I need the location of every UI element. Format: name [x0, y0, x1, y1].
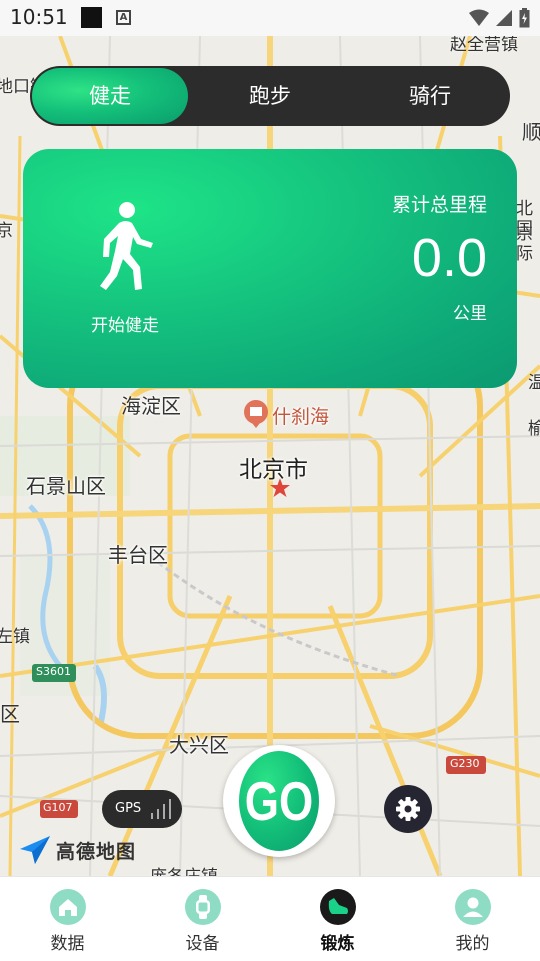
- gaode-logo-text: 高德地图: [56, 840, 137, 863]
- map-label-bottom-partial: 庞各庄镇: [150, 862, 218, 876]
- nav-item-data[interactable]: 数据: [0, 877, 135, 961]
- map-label-edge-qu: 区: [0, 702, 20, 726]
- map-label-beijing: 北京市: [239, 457, 308, 483]
- nav-label-exercise: 锻炼: [320, 934, 355, 954]
- gps-label: GPS: [115, 801, 142, 816]
- map-label-edge-wen: 温: [528, 373, 540, 393]
- mileage-card: 开始健走 累计总里程 0.0 公里: [23, 149, 517, 388]
- walking-person-icon[interactable]: [95, 201, 159, 295]
- nav-item-exercise[interactable]: 锻炼: [270, 877, 405, 961]
- status-bar: 10:51 A: [0, 0, 540, 36]
- road-shield-s3601: S3601: [36, 665, 71, 678]
- map-label-haidian: 海淀区: [121, 394, 181, 418]
- notification-a-icon: A: [116, 10, 131, 25]
- go-button-label: GO: [239, 751, 319, 851]
- map-label-edge-yu: 榆: [528, 419, 540, 439]
- road-shield-g230: G230: [450, 757, 480, 770]
- map-label-fengtai: 丰台区: [108, 543, 168, 567]
- road-shield-g107: G107: [43, 801, 73, 814]
- map-label-top-right: 赵全营镇: [450, 36, 518, 55]
- battery-icon: [519, 8, 530, 28]
- total-mileage-value: 0.0: [411, 228, 487, 288]
- notification-square-icon: [81, 7, 102, 28]
- watch-icon: [184, 889, 221, 925]
- tab-ride[interactable]: 骑行: [350, 66, 510, 126]
- home-icon: [49, 889, 86, 925]
- go-button[interactable]: GO: [223, 745, 335, 857]
- nav-label-data: 数据: [50, 934, 85, 954]
- nav-item-mine[interactable]: 我的: [405, 877, 540, 961]
- signal-icon: [496, 10, 512, 26]
- gps-indicator: GPS: [102, 790, 182, 828]
- map-label-edge-shun: 顺: [522, 120, 540, 144]
- tab-walk[interactable]: 健走: [32, 68, 188, 124]
- bottom-nav: 数据 设备 锻炼 我的: [0, 876, 540, 961]
- sport-type-tabs: 健走 跑步 骑行: [30, 66, 510, 126]
- status-time: 10:51: [10, 5, 68, 29]
- nav-label-device: 设备: [185, 934, 220, 954]
- settings-button[interactable]: [384, 785, 432, 833]
- user-icon: [454, 889, 491, 925]
- status-icons: [469, 8, 530, 28]
- map-label-edge-guoji: 国际: [516, 219, 533, 264]
- gps-signal-icon: [151, 799, 171, 819]
- shoe-icon: [319, 889, 356, 925]
- gaode-logo-icon: [20, 836, 50, 864]
- map-label-shichahai[interactable]: 什刹海: [272, 402, 329, 429]
- wifi-icon: [469, 9, 489, 26]
- map-label-edge-jing: 京: [0, 221, 13, 241]
- gear-icon: [396, 797, 420, 821]
- tab-run[interactable]: 跑步: [190, 66, 350, 126]
- mileage-unit: 公里: [453, 304, 487, 324]
- start-walk-label[interactable]: 开始健走: [91, 311, 159, 336]
- gaode-logo: 高德地图: [18, 835, 136, 865]
- nav-item-device[interactable]: 设备: [135, 877, 270, 961]
- map-label-daxing: 大兴区: [169, 733, 229, 757]
- map-label-shijingshan: 石景山区: [26, 474, 106, 498]
- map-label-edge-zhen: 左镇: [0, 627, 30, 647]
- nav-label-mine: 我的: [455, 934, 490, 954]
- total-mileage-label: 累计总里程: [391, 194, 487, 216]
